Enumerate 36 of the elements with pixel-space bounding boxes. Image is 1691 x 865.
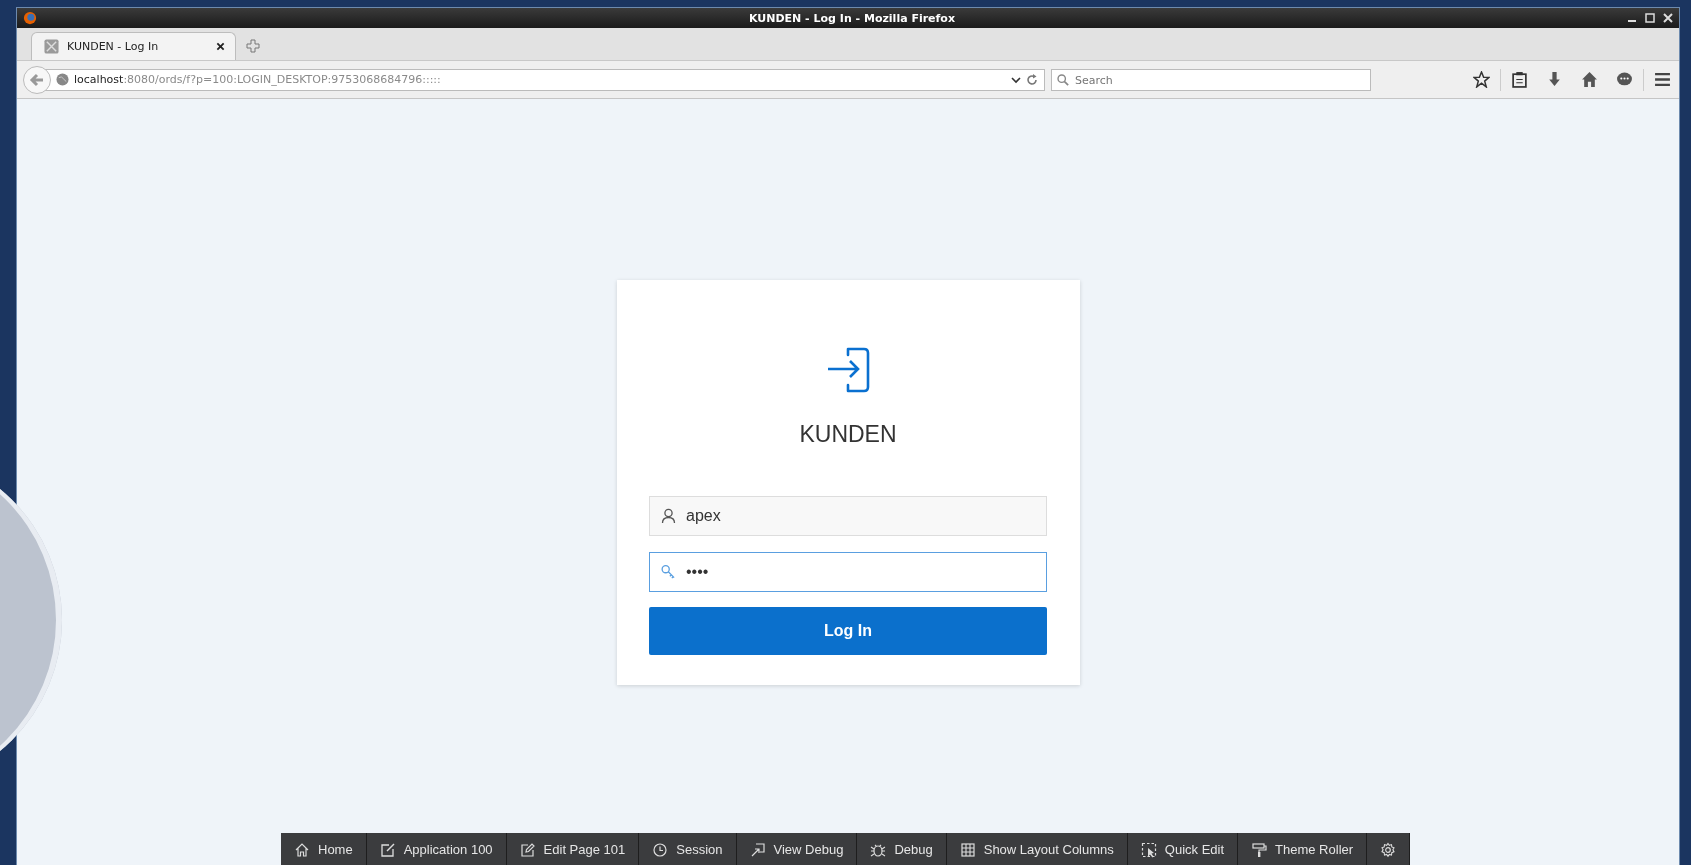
close-icon[interactable] — [216, 42, 225, 51]
back-icon — [29, 71, 45, 88]
address-field[interactable]: localhost:8080/ords/f?p=100:LOGIN_DESKTOP:9753068684796::::: — [45, 68, 1045, 91]
login-button[interactable]: Log In — [649, 607, 1047, 655]
menu-icon[interactable] — [1654, 71, 1671, 88]
star-icon[interactable] — [1473, 71, 1490, 88]
edit-box-icon — [379, 841, 396, 858]
grid-icon — [959, 841, 976, 858]
cursor-icon — [1140, 841, 1157, 858]
browser-logo-icon — [23, 11, 37, 25]
dropdown-icon[interactable] — [1011, 74, 1021, 85]
clock-icon — [652, 841, 669, 858]
user-icon — [661, 508, 676, 524]
password-field[interactable]: •••• — [649, 552, 1047, 592]
pencil-icon — [519, 841, 536, 858]
maximize-icon[interactable] — [1645, 13, 1655, 23]
clipboard-icon[interactable] — [1511, 71, 1528, 88]
browser-tab[interactable]: KUNDEN - Log In — [31, 32, 236, 60]
search-icon — [1057, 73, 1069, 86]
settings-icon — [1380, 841, 1397, 858]
globe-icon — [56, 73, 69, 86]
page-icon — [44, 39, 59, 54]
back-button[interactable] — [23, 65, 51, 94]
arrow-icon — [749, 841, 766, 858]
key-icon — [661, 564, 676, 580]
window-title: KUNDEN - Log In - Mozilla Firefox — [747, 11, 956, 25]
chat-icon[interactable] — [1616, 71, 1633, 88]
search-field[interactable]: Search — [1051, 69, 1371, 91]
home-icon — [294, 841, 310, 858]
username-field[interactable]: apex — [649, 496, 1047, 536]
reload-icon[interactable] — [1026, 73, 1038, 86]
paint-roller-icon — [1251, 841, 1268, 858]
sign-in-icon — [826, 347, 870, 393]
app-title: KUNDEN — [799, 421, 897, 448]
tab-label: KUNDEN - Log In — [67, 40, 160, 53]
home-icon[interactable] — [1581, 71, 1598, 88]
